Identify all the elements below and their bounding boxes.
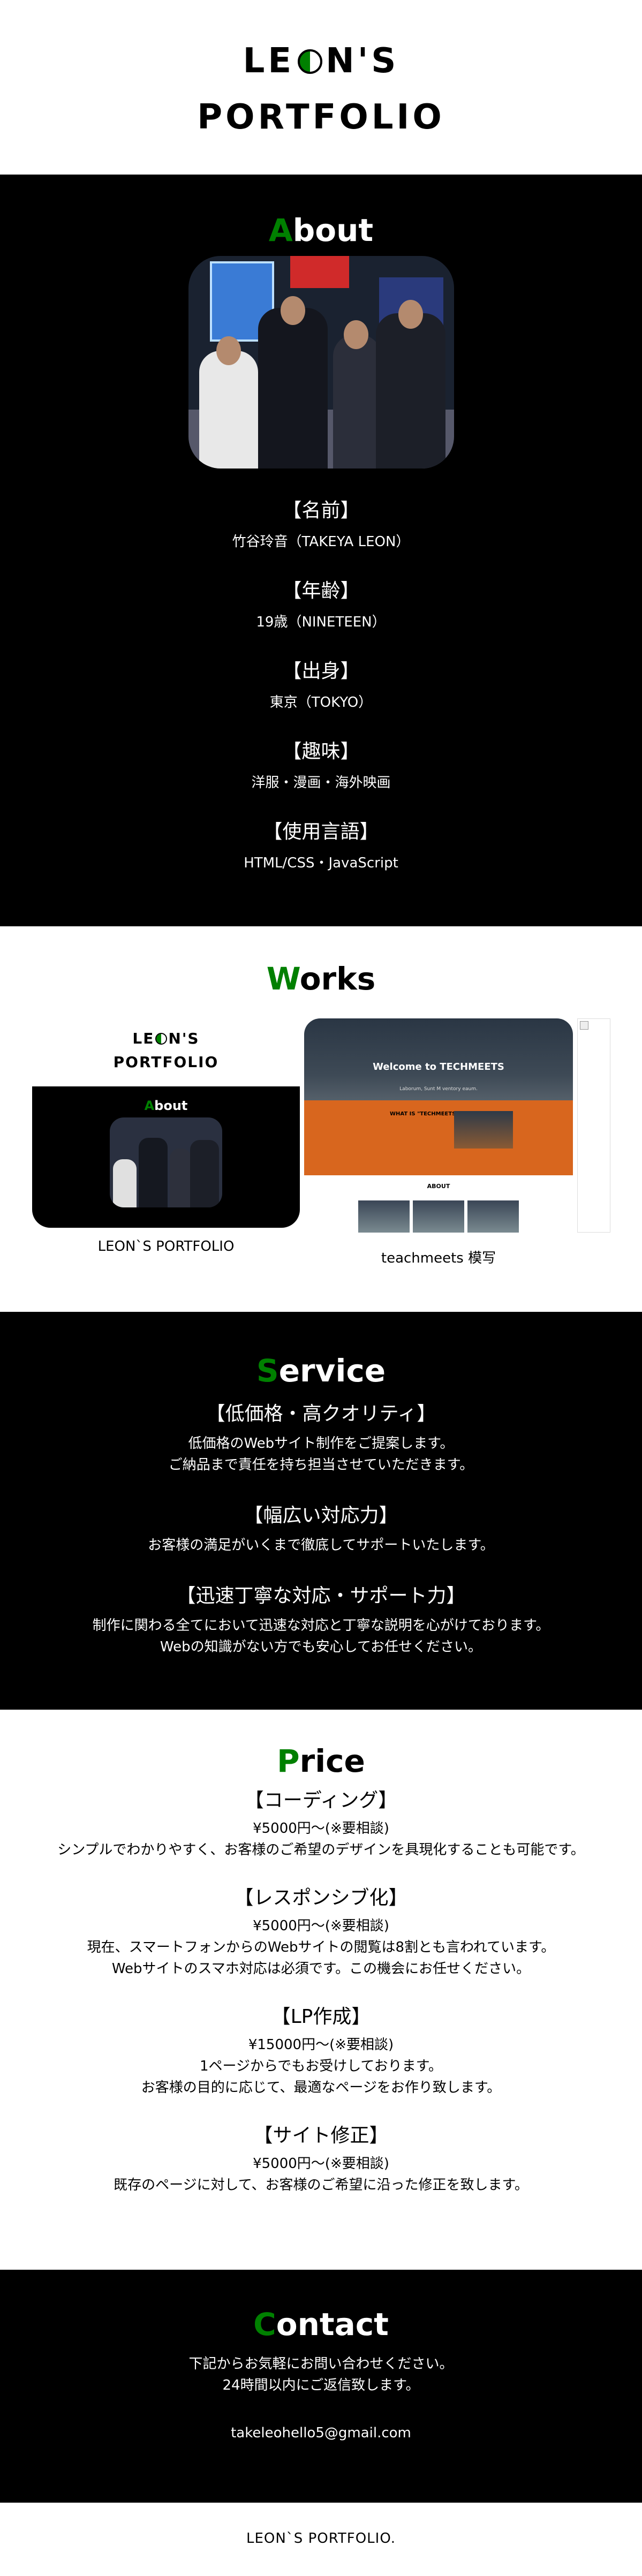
work-card-teachmeets[interactable]: Welcome to TECHMEETS Laborum, Sunt M ven… <box>304 1018 573 1267</box>
price-item-responsive: 【レスポンシブ化】 ¥5000円～(※要相談) 現在、スマートフォンからのWeb… <box>0 1884 642 1980</box>
price-title: Price <box>277 1743 365 1779</box>
service-item: 【迅速丁寧な対応・サポート力】 制作に関わる全てにおいて迅速な対応と丁寧な説明を… <box>0 1583 642 1658</box>
photo-person <box>199 351 258 469</box>
price-text: 既存のページに対して、お客様のご希望に沿った修正を致します。 <box>114 2177 528 2193</box>
service-heading: 【迅速丁寧な対応・サポート力】 <box>176 1585 466 1607</box>
work-caption: teachmeets 模写 <box>381 1250 496 1266</box>
service-title: Service <box>256 1353 386 1389</box>
about-value: 東京（TOKYO） <box>269 694 373 711</box>
site-header: LE N'S PORTFOLIO <box>0 0 642 175</box>
price-text: 1ページからでもお受けしております。 <box>199 2058 443 2074</box>
photo-sign <box>290 256 349 288</box>
work-caption: LEON`S PORTFOLIO <box>97 1238 235 1255</box>
about-value: HTML/CSS・JavaScript <box>244 855 398 871</box>
about-item-origin: 【出身】 東京（TOKYO） <box>0 658 642 713</box>
works-section: Works LE N'S PORTFOLIO About LEON`S PORTF… <box>0 926 642 1312</box>
about-item-languages: 【使用言語】 HTML/CSS・JavaScript <box>0 819 642 873</box>
service-section: Service 【低価格・高クオリティ】 低価格のWebサイト制作をご提案します… <box>0 1312 642 1710</box>
photo-person <box>333 335 381 469</box>
contact-section: Contact 下記からお気軽にお問い合わせください。 24時間以内にご返信致し… <box>0 2270 642 2503</box>
service-text: Webの知識がない方でも安心してお任せください。 <box>160 1639 482 1655</box>
work-card-broken-image[interactable] <box>577 1018 610 1233</box>
photo-head <box>398 300 423 329</box>
work-thumbnail: Welcome to TECHMEETS Laborum, Sunt M ven… <box>304 1018 573 1100</box>
price-section: Price 【コーディング】 ¥5000円～(※要相談) シンプルでわかりやすく… <box>0 1710 642 2270</box>
about-item-hobby: 【趣味】 洋服・漫画・海外映画 <box>0 738 642 793</box>
about-label: 【出身】 <box>282 660 360 682</box>
works-title: Works <box>266 961 376 997</box>
profile-photo <box>188 256 454 469</box>
about-label: 【年齢】 <box>282 580 360 602</box>
photo-person <box>258 308 328 469</box>
half-circle-o-icon <box>298 49 323 74</box>
work-thumbnail-photo <box>110 1117 222 1207</box>
price-text: 現在、スマートフォンからのWebサイトの閲覧は8割とも言われています。 <box>87 1939 555 1955</box>
about-item-name: 【名前】 竹谷玲音（TAKEYA LEON） <box>0 497 642 552</box>
price-item-fix: 【サイト修正】 ¥5000円～(※要相談) 既存のページに対して、お客様のご希望… <box>0 2122 642 2196</box>
broken-image-icon <box>580 1021 588 1030</box>
photo-head <box>280 296 305 325</box>
price-text: シンプルでわかりやすく、お客様のご希望のデザインを具現化することも可能です。 <box>57 1842 585 1858</box>
footer-copyright: LEON`S PORTFOLIO. <box>246 2530 396 2547</box>
logo-text-post: N'S <box>326 41 399 81</box>
price-heading: 【コーディング】 <box>244 1789 398 1811</box>
photo-head <box>216 336 241 365</box>
logo-line-1[interactable]: LE N'S <box>0 33 642 89</box>
service-item: 【幅広い対応力】 お客様の満足がいくまで徹底してサポートいたします。 <box>0 1502 642 1556</box>
site-footer: LEON`S PORTFOLIO. <box>0 2503 642 2576</box>
about-item-age: 【年齢】 19歳（NINETEEN） <box>0 578 642 632</box>
price-amount: ¥5000円～(※要相談) <box>253 1918 389 1934</box>
about-label: 【名前】 <box>282 500 360 522</box>
half-circle-o-icon <box>155 1033 168 1045</box>
service-text: お客様の満足がいくまで徹底してサポートいたします。 <box>148 1537 494 1553</box>
price-text: Webサイトのスマホ対応は必須です。この機会にお任せください。 <box>111 1961 531 1977</box>
contact-text: 24時間以内にご返信致します。 <box>222 2377 420 2393</box>
price-item-lp: 【LP作成】 ¥15000円～(※要相談) 1ページからでもお受けしております。… <box>0 2003 642 2098</box>
work-thumbnail-band: WHAT IS "TECHMEETS"? <box>304 1100 573 1175</box>
work-thumbnail: LE N'S PORTFOLIO <box>113 1030 219 1071</box>
price-heading: 【レスポンシブ化】 <box>234 1887 408 1909</box>
service-heading: 【低価格・高クオリティ】 <box>206 1403 436 1425</box>
service-text: 低価格のWebサイト制作をご提案します。 <box>188 1436 454 1452</box>
works-list: LE N'S PORTFOLIO About LEON`S PORTFOLIO W… <box>0 1018 642 1281</box>
about-label: 【趣味】 <box>282 741 360 762</box>
work-thumbnail-about: About <box>32 1086 300 1228</box>
service-item: 【低価格・高クオリティ】 低価格のWebサイト制作をご提案します。 ご納品まで責… <box>0 1401 642 1476</box>
about-title: About <box>268 212 374 248</box>
price-amount: ¥5000円～(※要相談) <box>253 2156 389 2172</box>
service-heading: 【幅広い対応力】 <box>244 1505 398 1527</box>
price-amount: ¥5000円～(※要相談) <box>253 1820 389 1837</box>
price-amount: ¥15000円～(※要相談) <box>248 2037 394 2053</box>
contact-text: 下記からお気軽にお問い合わせください。 <box>188 2356 454 2372</box>
about-value: 竹谷玲音（TAKEYA LEON） <box>232 534 410 550</box>
about-value: 19歳（NINETEEN） <box>256 614 386 630</box>
photo-head <box>343 320 368 349</box>
about-section: About 【名前】 竹谷玲音（TAKEYA LEON） 【年齢】 19歳（NI… <box>0 175 642 926</box>
service-text: ご納品まで責任を持ち担当させていただきます。 <box>168 1457 474 1473</box>
service-text: 制作に関わる全てにおいて迅速な対応と丁寧な説明を心がけております。 <box>92 1618 550 1634</box>
price-heading: 【LP作成】 <box>271 2006 371 2028</box>
about-label: 【使用言語】 <box>263 821 379 843</box>
price-heading: 【サイト修正】 <box>253 2125 389 2147</box>
contact-title: Contact <box>253 2306 389 2343</box>
logo-text-pre: LE <box>243 41 295 81</box>
price-text: お客様の目的に応じて、最適なページをお作り致します。 <box>141 2080 501 2096</box>
work-card-portfolio[interactable]: LE N'S PORTFOLIO About LEON`S PORTFOLIO <box>32 1018 300 1255</box>
logo-line-2[interactable]: PORTFOLIO <box>0 89 642 146</box>
photo-person <box>375 313 445 469</box>
price-item-coding: 【コーディング】 ¥5000円～(※要相談) シンプルでわかりやすく、お客様のご… <box>0 1787 642 1861</box>
contact-email-link[interactable]: takeleohello5@gmail.com <box>231 2425 411 2441</box>
about-value: 洋服・漫画・海外映画 <box>251 775 391 791</box>
